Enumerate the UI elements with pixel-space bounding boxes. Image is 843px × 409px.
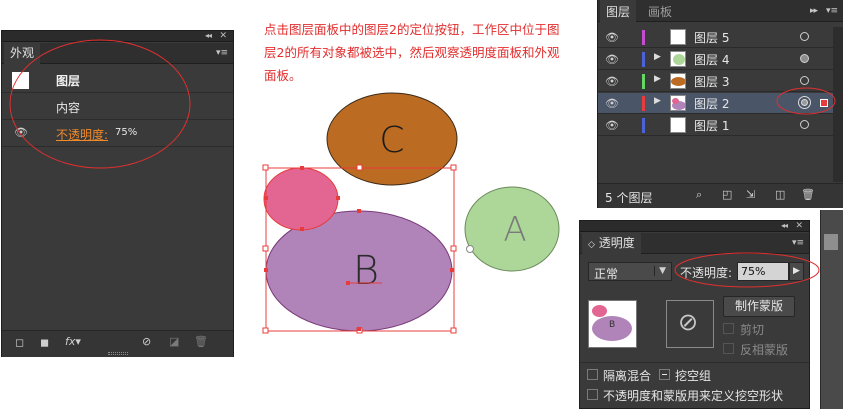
dock-scrollbar-thumb[interactable] bbox=[824, 234, 838, 250]
annotation-ellipse-opacity bbox=[674, 252, 820, 288]
dock-scroll-strip bbox=[820, 210, 843, 409]
